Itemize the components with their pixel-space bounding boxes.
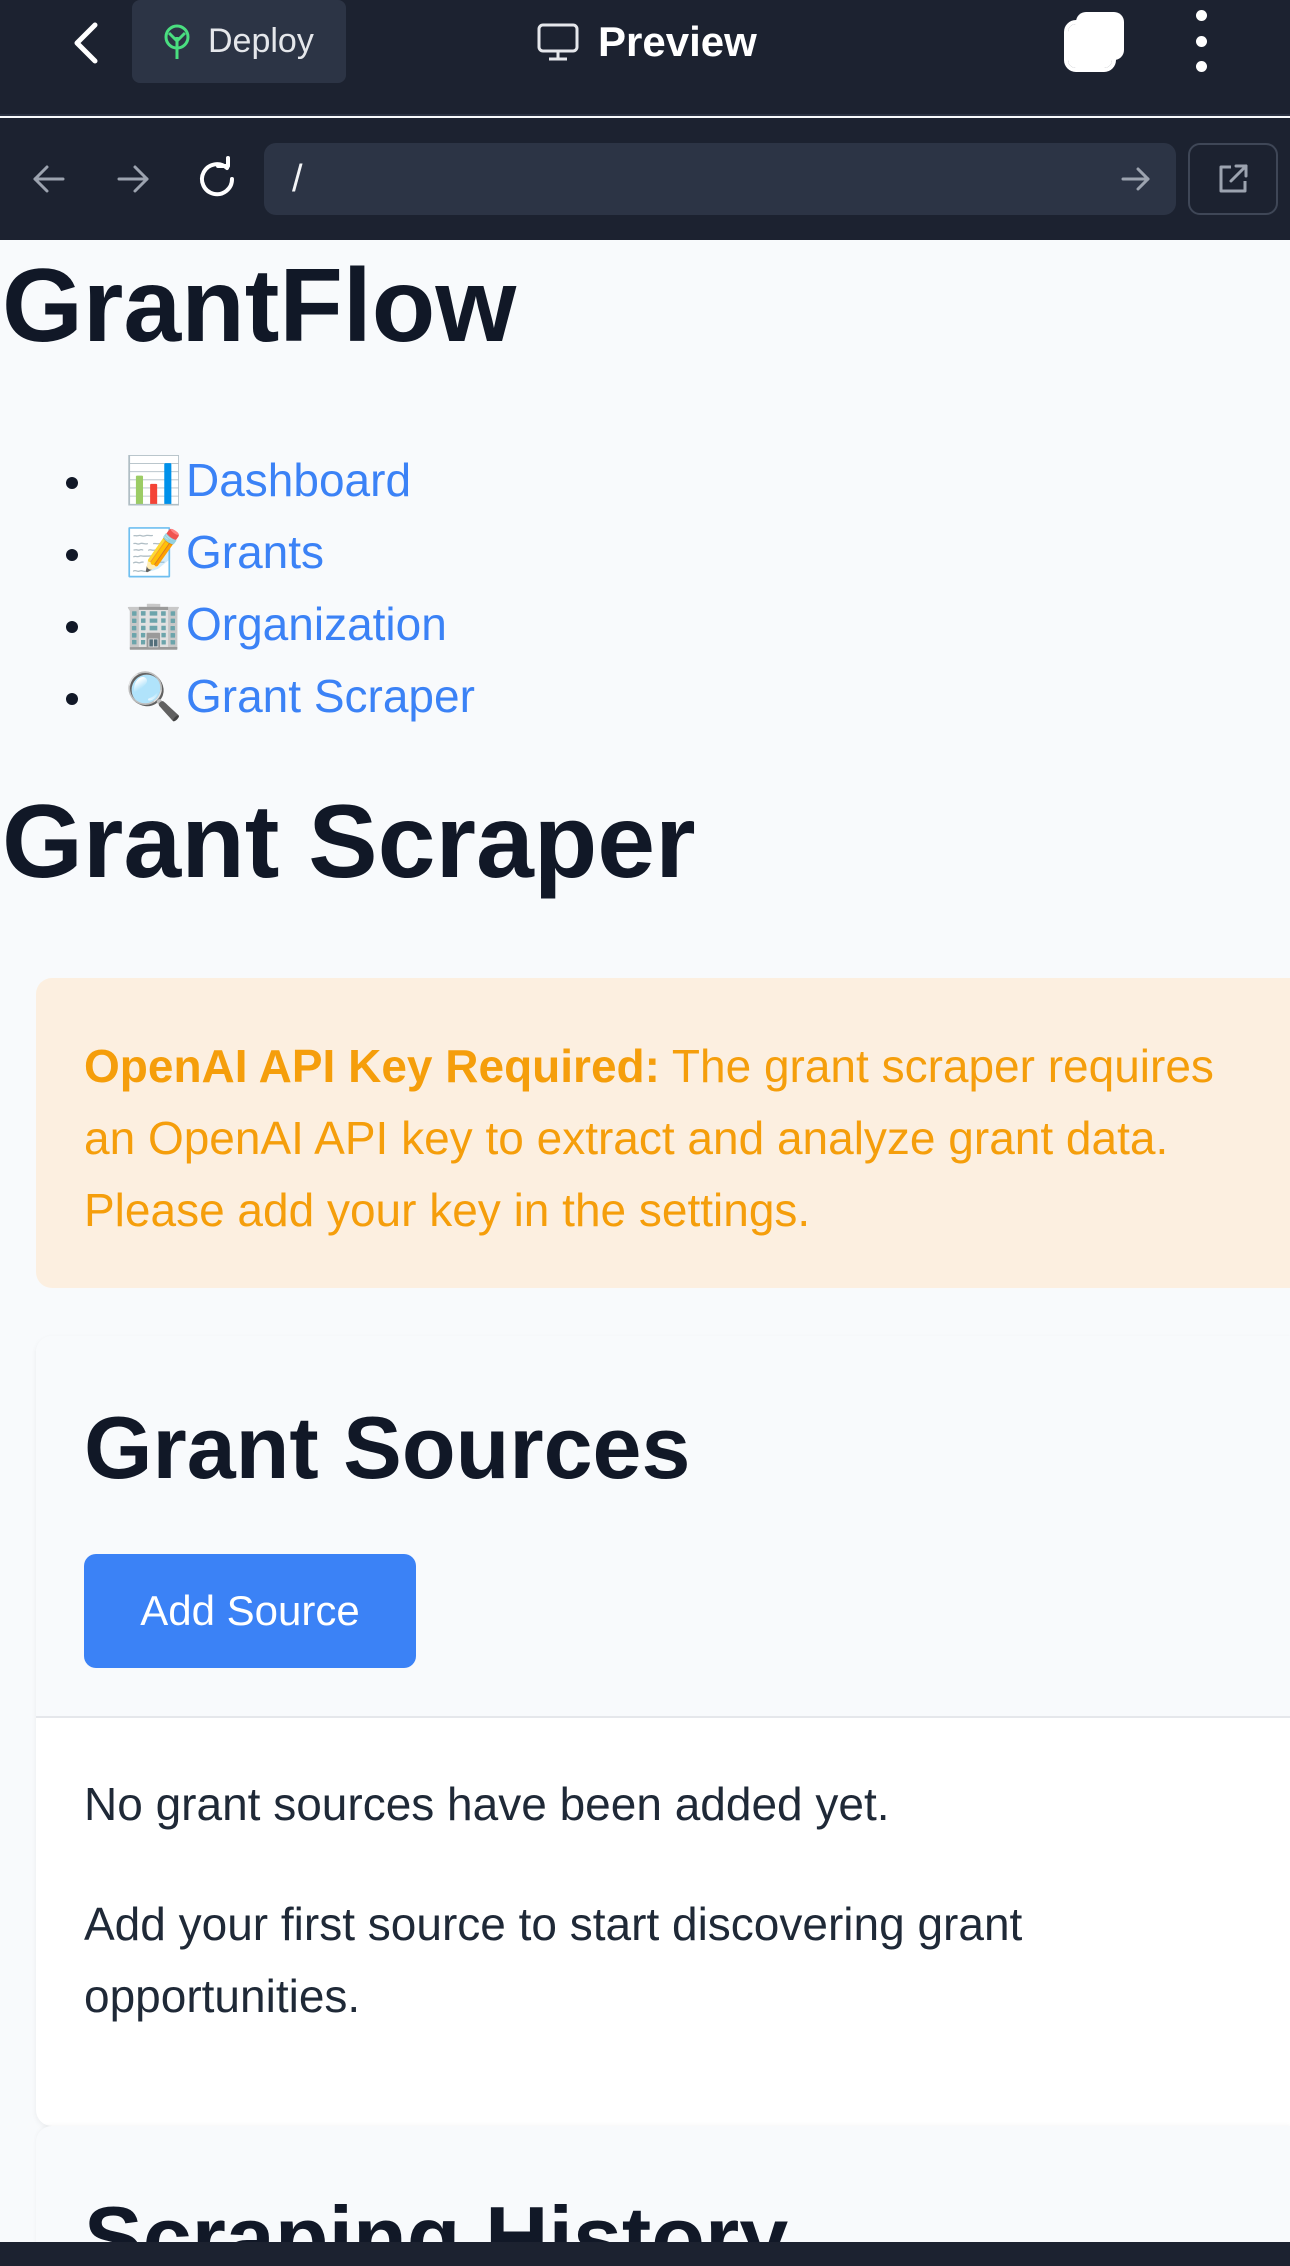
app-title: GrantFlow bbox=[2, 248, 517, 364]
nav-item-grant-scraper[interactable]: 🔍 Grant Scraper bbox=[66, 660, 475, 732]
nav-link-grants[interactable]: Grants bbox=[186, 525, 324, 579]
page-title: Grant Scraper bbox=[2, 784, 696, 900]
main-nav: 📊 Dashboard 📝 Grants 🏢 Organization 🔍 Gr… bbox=[66, 444, 475, 732]
magnifier-icon: 🔍 bbox=[125, 669, 183, 722]
deploy-icon bbox=[164, 24, 190, 59]
reload-icon bbox=[200, 156, 235, 197]
grant-sources-card: Grant Sources Add Source No grant source… bbox=[36, 1336, 1290, 2126]
deploy-button[interactable]: Deploy bbox=[132, 0, 346, 83]
tabs-icon bbox=[1064, 12, 1124, 72]
preview-title: Preview bbox=[536, 14, 757, 70]
nav-link-organization[interactable]: Organization bbox=[186, 597, 447, 651]
more-menu-button[interactable] bbox=[1184, 10, 1218, 72]
arrow-right-icon bbox=[117, 165, 149, 193]
monitor-icon bbox=[537, 23, 579, 61]
nav-link-grant-scraper[interactable]: Grant Scraper bbox=[186, 669, 475, 723]
open-in-new-tab-button[interactable] bbox=[1188, 143, 1278, 215]
more-vertical-icon bbox=[1195, 10, 1207, 21]
browser-bar: / bbox=[0, 118, 1290, 240]
go-arrow-icon[interactable] bbox=[1118, 161, 1154, 197]
bar-chart-icon: 📊 bbox=[125, 453, 183, 506]
warning-heading: OpenAI API Key Required: bbox=[84, 1040, 660, 1092]
back-button[interactable] bbox=[58, 18, 114, 68]
empty-state-message: No grant sources have been added yet. bbox=[84, 1778, 890, 1830]
api-key-warning: OpenAI API Key Required: The grant scrap… bbox=[36, 978, 1290, 1288]
arrow-left-icon bbox=[33, 165, 65, 193]
add-source-button[interactable]: Add Source bbox=[84, 1554, 416, 1668]
browser-forward-button[interactable] bbox=[110, 156, 156, 202]
url-text: / bbox=[292, 157, 303, 200]
chevron-left-icon bbox=[74, 22, 98, 64]
memo-icon: 📝 bbox=[125, 525, 183, 578]
office-building-icon: 🏢 bbox=[125, 597, 183, 650]
reload-button[interactable] bbox=[194, 156, 240, 202]
nav-item-dashboard[interactable]: 📊 Dashboard bbox=[66, 444, 475, 516]
deploy-label: Deploy bbox=[208, 22, 314, 60]
external-link-icon bbox=[1219, 164, 1248, 193]
tabs-button[interactable] bbox=[1060, 8, 1128, 76]
preview-label: Preview bbox=[598, 18, 757, 65]
browser-back-button[interactable] bbox=[26, 156, 72, 202]
grant-sources-title: Grant Sources bbox=[84, 1398, 691, 1497]
nav-link-dashboard[interactable]: Dashboard bbox=[186, 453, 411, 507]
card-header: Grant Sources Add Source bbox=[36, 1336, 1290, 1718]
nav-item-organization[interactable]: 🏢 Organization bbox=[66, 588, 475, 660]
empty-state-hint: Add your first source to start discoveri… bbox=[84, 1898, 1023, 2022]
nav-item-grants[interactable]: 📝 Grants bbox=[66, 516, 475, 588]
app-top-bar: Deploy Preview bbox=[0, 0, 1290, 116]
bottom-bar bbox=[0, 2242, 1290, 2266]
url-field[interactable]: / bbox=[264, 143, 1176, 215]
